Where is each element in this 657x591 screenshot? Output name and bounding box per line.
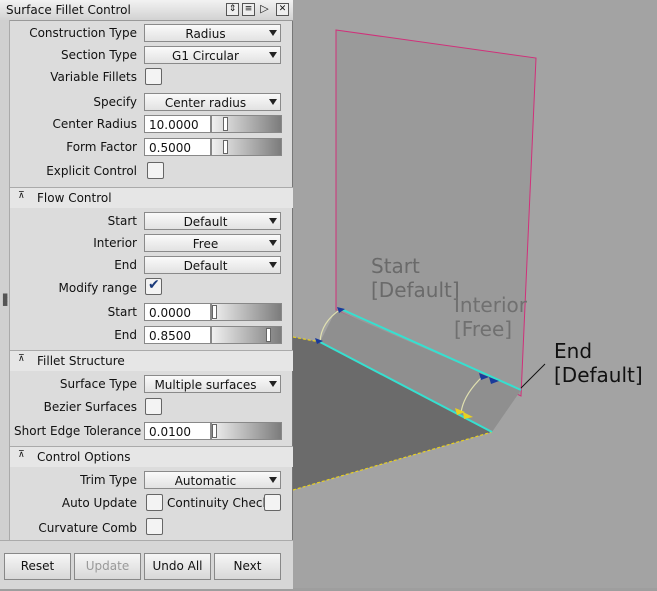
curvature-comb-checkbox[interactable] <box>146 518 163 535</box>
undo-all-button[interactable]: Undo All <box>144 553 211 580</box>
chevron-down-icon <box>269 262 277 268</box>
range-start-label: Start <box>107 305 137 319</box>
range-end-input[interactable]: 0.8500 <box>144 326 211 344</box>
checkmark-icon: ✔ <box>148 277 160 293</box>
control-options-header[interactable]: ⊼ Control Options <box>10 446 293 467</box>
auto-update-checkbox[interactable] <box>146 494 163 511</box>
flow-end-value: Default <box>183 259 228 273</box>
flow-start-label: Start <box>107 214 137 228</box>
start-annotation: Start [Default] <box>371 254 460 302</box>
flow-control-title: Flow Control <box>37 191 112 205</box>
close-icon[interactable]: ✕ <box>276 3 289 16</box>
flow-end-select[interactable]: Default <box>144 256 281 274</box>
surface-fillet-panel: Surface Fillet Control ⇕ ≡ ▷ ✕ ▪ ▪ ▪ Const… <box>0 0 293 589</box>
grip-icon[interactable]: ▪ ▪ ▪ <box>2 292 8 309</box>
flow-interior-select[interactable]: Free <box>144 234 281 252</box>
end-annotation: End [Default] <box>554 339 643 387</box>
next-button[interactable]: Next <box>214 553 281 580</box>
chevron-down-icon <box>269 381 277 387</box>
collapse-icon[interactable]: ⊼ <box>18 354 25 364</box>
modify-range-label: Modify range <box>58 281 137 295</box>
flow-interior-label: Interior <box>93 236 137 250</box>
surface-type-select[interactable]: Multiple surfaces <box>144 375 281 393</box>
reset-button[interactable]: Reset <box>4 553 71 580</box>
chevron-down-icon <box>269 99 277 105</box>
variable-fillets-label: Variable Fillets <box>50 70 137 84</box>
trim-type-value: Automatic <box>174 474 237 488</box>
fillet-structure-title: Fillet Structure <box>37 354 125 368</box>
section-type-select[interactable]: G1 Circular <box>144 46 281 64</box>
continuity-check-checkbox[interactable] <box>264 494 281 511</box>
title-bar: Surface Fillet Control ⇕ ≡ ▷ ✕ <box>0 0 293 21</box>
range-end-label: End <box>114 328 137 342</box>
continuity-check-label: Continuity Check <box>167 496 270 510</box>
collapse-icon[interactable]: ⊼ <box>18 191 25 201</box>
form-factor-input[interactable]: 0.5000 <box>144 138 211 156</box>
explicit-control-label: Explicit Control <box>46 164 137 178</box>
play-icon[interactable]: ▷ <box>258 3 271 16</box>
window-title: Surface Fillet Control <box>6 3 131 17</box>
resize-icon[interactable]: ⇕ <box>226 3 239 16</box>
surface-type-label: Surface Type <box>59 377 137 391</box>
trim-type-label: Trim Type <box>80 473 137 487</box>
chevron-down-icon <box>269 218 277 224</box>
short-edge-tolerance-label: Short Edge Tolerance <box>14 424 142 438</box>
flow-end-label: End <box>114 258 137 272</box>
form-factor-label: Form Factor <box>66 140 137 154</box>
curvature-comb-label: Curvature Comb <box>38 521 137 535</box>
construction-type-label: Construction Type <box>29 26 137 40</box>
flow-control-header[interactable]: ⊼ Flow Control <box>10 187 293 208</box>
construction-type-select[interactable]: Radius <box>144 24 281 42</box>
short-edge-tolerance-slider[interactable] <box>211 422 282 440</box>
section-type-label: Section Type <box>61 48 137 62</box>
explicit-control-checkbox[interactable] <box>147 162 164 179</box>
slider-thumb[interactable] <box>212 305 217 319</box>
construction-type-value: Radius <box>185 27 226 41</box>
range-start-slider[interactable] <box>211 303 282 321</box>
slider-thumb[interactable] <box>223 117 228 131</box>
chevron-down-icon <box>269 52 277 58</box>
center-radius-label: Center Radius <box>52 117 137 131</box>
flow-start-value: Default <box>183 215 228 229</box>
trim-type-select[interactable]: Automatic <box>144 471 281 489</box>
chevron-down-icon <box>269 30 277 36</box>
collapse-icon[interactable]: ⊼ <box>18 450 25 460</box>
range-start-input[interactable]: 0.0000 <box>144 303 211 321</box>
flow-interior-value: Free <box>192 237 219 251</box>
chevron-down-icon <box>269 477 277 483</box>
section-type-value: G1 Circular <box>172 49 239 63</box>
panel-gutter[interactable]: ▪ ▪ ▪ <box>0 20 10 540</box>
update-button[interactable]: Update <box>74 553 141 580</box>
bezier-surfaces-label: Bezier Surfaces <box>43 400 137 414</box>
slider-thumb[interactable] <box>266 328 271 342</box>
model-viewport[interactable]: Start [Default] Interior [Free] End [Def… <box>292 0 657 588</box>
modify-range-checkbox[interactable]: ✔ <box>145 277 162 295</box>
specify-select[interactable]: Center radius <box>144 93 281 111</box>
button-bar: Reset Update Undo All Next <box>0 540 293 589</box>
form-factor-slider[interactable] <box>211 138 282 156</box>
center-radius-slider[interactable] <box>211 115 282 133</box>
specify-label: Specify <box>93 95 137 109</box>
short-edge-tolerance-input[interactable]: 0.0100 <box>144 422 211 440</box>
surface-type-value: Multiple surfaces <box>154 378 257 392</box>
interior-annotation: Interior [Free] <box>454 293 527 341</box>
variable-fillets-checkbox[interactable] <box>145 68 162 85</box>
fillet-structure-header[interactable]: ⊼ Fillet Structure <box>10 350 293 371</box>
range-end-slider[interactable] <box>211 326 282 344</box>
auto-update-label: Auto Update <box>61 496 137 510</box>
flow-start-select[interactable]: Default <box>144 212 281 230</box>
slider-thumb[interactable] <box>212 424 217 438</box>
specify-value: Center radius <box>164 96 247 110</box>
center-radius-input[interactable]: 10.0000 <box>144 115 211 133</box>
chevron-down-icon <box>269 240 277 246</box>
slider-thumb[interactable] <box>223 140 228 154</box>
bezier-surfaces-checkbox[interactable] <box>145 398 162 415</box>
control-options-title: Control Options <box>37 450 131 464</box>
menu-icon[interactable]: ≡ <box>242 3 255 16</box>
